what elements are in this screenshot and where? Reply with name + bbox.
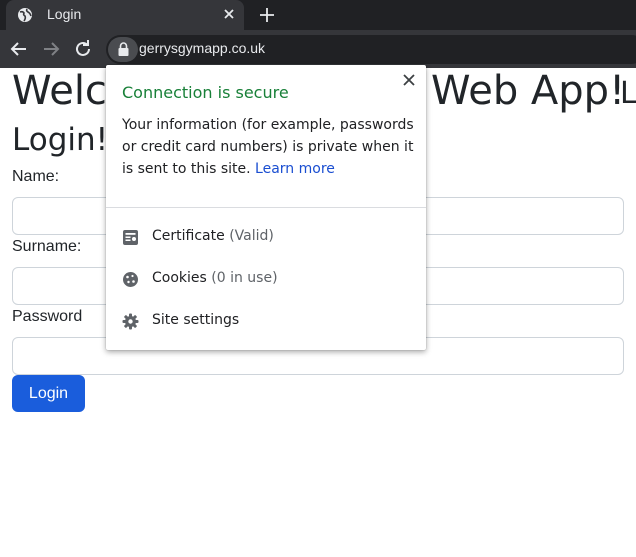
- name-label: Name:: [12, 168, 60, 185]
- globe-icon: [18, 8, 32, 22]
- browser-toolbar: gerrysgymapp.co.uk: [0, 30, 636, 68]
- tab-title: Login: [47, 6, 82, 22]
- connection-description: Your information (for example, passwords…: [122, 114, 414, 180]
- cookies-label-text: Cookies: [152, 270, 207, 286]
- new-tab-icon[interactable]: [258, 6, 276, 24]
- tab-strip: Login: [0, 0, 636, 30]
- browser-tab[interactable]: Login: [6, 0, 244, 30]
- certificate-icon: [123, 230, 138, 245]
- back-arrow-icon[interactable]: [9, 39, 29, 59]
- certificate-status: (Valid): [229, 228, 274, 244]
- popup-divider: [106, 207, 426, 208]
- cookie-icon: [123, 272, 138, 287]
- page-heading-left: Welc: [12, 68, 107, 114]
- close-tab-icon[interactable]: [221, 6, 237, 22]
- cookies-row[interactable]: Cookies (0 in use): [106, 262, 426, 296]
- surname-label: Surname:: [12, 238, 82, 255]
- certificate-label-text: Certificate: [152, 228, 225, 244]
- learn-more-link[interactable]: Learn more: [255, 161, 335, 177]
- login-button[interactable]: Login: [12, 375, 85, 412]
- gear-icon: [122, 313, 139, 330]
- site-settings-row[interactable]: Site settings: [106, 304, 426, 338]
- site-settings-label: Site settings: [152, 312, 240, 328]
- cookies-count: (0 in use): [211, 270, 278, 286]
- page-heading-right: Web App!: [431, 68, 626, 114]
- forward-arrow-icon[interactable]: [41, 39, 61, 59]
- page-heading-trailing: L: [620, 76, 636, 111]
- certificate-row[interactable]: Certificate (Valid): [106, 220, 426, 254]
- connection-status-title: Connection is secure: [122, 83, 289, 102]
- reload-icon[interactable]: [73, 39, 93, 59]
- cookies-label: Cookies (0 in use): [152, 270, 278, 286]
- address-bar[interactable]: gerrysgymapp.co.uk: [106, 35, 636, 64]
- url-text: gerrysgymapp.co.uk: [139, 40, 266, 56]
- login-heading: Login!: [12, 122, 109, 158]
- site-info-button[interactable]: [108, 37, 138, 62]
- password-label: Password: [12, 308, 83, 325]
- certificate-label: Certificate (Valid): [152, 228, 274, 244]
- close-icon[interactable]: [402, 73, 416, 87]
- lock-icon: [118, 42, 129, 56]
- site-info-popup: Connection is secure Your information (f…: [106, 65, 426, 350]
